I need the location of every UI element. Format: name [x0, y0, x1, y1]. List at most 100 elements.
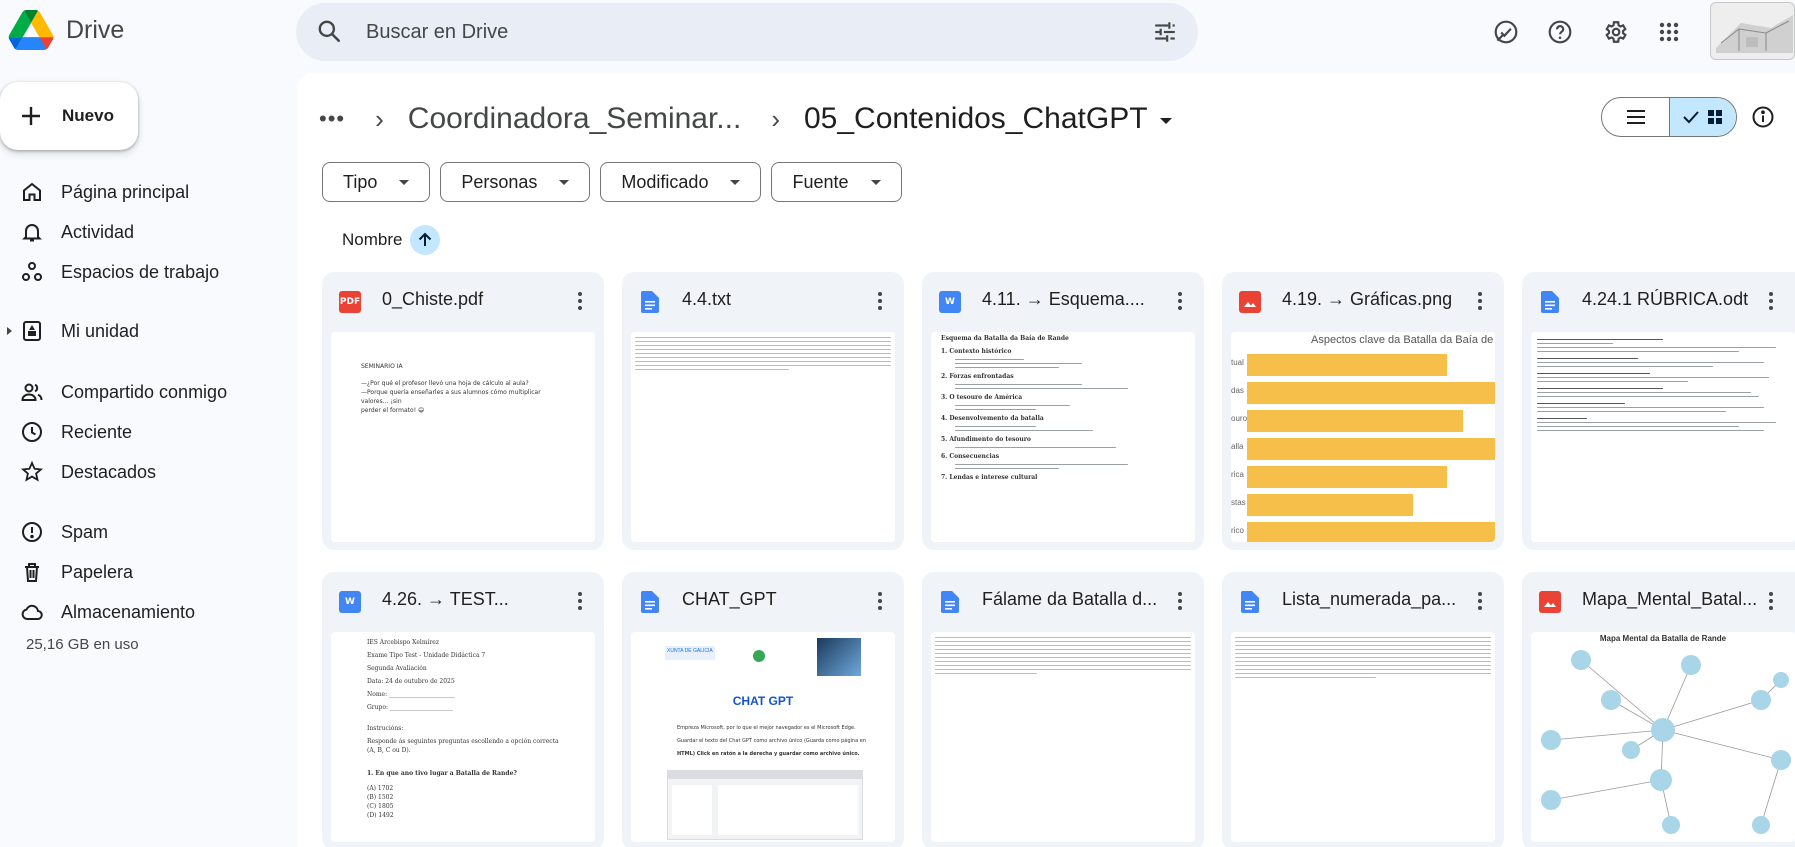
sidebar-item-label: Reciente — [61, 421, 133, 442]
file-card[interactable]: W 4.11. → Esquema.... Esquema da Batalla… — [922, 272, 1204, 550]
search-options-icon[interactable] — [1152, 19, 1178, 50]
sidebar-item-storage[interactable]: Almacenamiento — [0, 594, 290, 630]
sidebar-item-home[interactable]: Página principal — [0, 174, 290, 210]
file-card-header: CHAT_GPT — [622, 572, 904, 630]
arrow-up-icon — [419, 232, 432, 246]
more-options-icon[interactable] — [568, 588, 592, 614]
sidebar-item-spam[interactable]: Spam — [0, 514, 290, 550]
file-name: 4.19. → Gráficas.png — [1282, 289, 1453, 309]
file-card[interactable]: W 4.26. → TEST... IES Arcebispo Xelmírez… — [322, 572, 604, 847]
file-card[interactable]: 4.19. → Gráficas.png Aspectos clave da B… — [1222, 272, 1504, 550]
file-card[interactable]: 4.24.1 RÚBRICA.odt — [1522, 272, 1795, 550]
preview-chart-bar — [1247, 522, 1495, 542]
file-preview: XUNTA DE GALICIA CHAT GPT Empreza Micros… — [631, 632, 895, 842]
expand-caret-icon[interactable] — [7, 327, 12, 335]
offline-ready-icon[interactable] — [1486, 12, 1526, 52]
file-card[interactable]: 4.4.txt — [622, 272, 904, 550]
docs-icon — [639, 591, 661, 613]
preview-line: Nome: ______________________ — [367, 691, 456, 698]
preview-line: (A) 1702 — [367, 785, 394, 792]
more-options-icon[interactable] — [1759, 288, 1783, 314]
sidebar-item-activity[interactable]: Actividad — [0, 214, 290, 250]
preview-chart-bar — [1247, 494, 1413, 516]
more-options-icon[interactable] — [1468, 588, 1492, 614]
preview-chart-label: ouro — [1231, 414, 1248, 423]
my-drive-icon — [20, 319, 44, 343]
brain-image — [817, 638, 861, 676]
file-name: Mapa_Mental_Batal... — [1582, 589, 1758, 609]
file-card[interactable]: Mapa_Mental_Batal... Mapa Mental da Bata… — [1522, 572, 1795, 847]
file-preview: Aspectos clave da Batalla da Baía de tua… — [1231, 332, 1495, 542]
search-icon[interactable] — [316, 18, 342, 49]
sidebar-item-label: Espacios de trabajo — [61, 261, 220, 282]
spam-icon — [20, 520, 44, 544]
caret-down-icon — [730, 179, 741, 185]
preview-line: 1. En que ano tivo lugar a Batalla de Ra… — [367, 770, 517, 777]
file-name: 4.26. → TEST... — [382, 589, 509, 609]
filter-people[interactable]: Personas — [440, 162, 591, 202]
sidebar-item-label: Destacados — [61, 461, 157, 482]
breadcrumb-parent[interactable]: Coordinadora_Seminar... — [408, 102, 742, 136]
preview-section: 3. O tesouro de América — [941, 394, 1023, 401]
breadcrumb-current[interactable]: 05_Contenidos_ChatGPT — [804, 102, 1148, 136]
drive-logo[interactable]: Drive — [8, 10, 124, 50]
filter-type[interactable]: Tipo — [322, 162, 431, 202]
sidebar-item-workspaces[interactable]: Espacios de trabajo — [0, 254, 290, 290]
preview-chart-label: stas — [1231, 498, 1246, 507]
docs-icon — [639, 291, 661, 313]
more-options-icon[interactable] — [868, 288, 892, 314]
grid-icon — [1708, 110, 1722, 124]
view-toggle — [1601, 97, 1737, 137]
file-card[interactable]: Lista_numerada_pa... — [1222, 572, 1504, 847]
sidebar-item-shared[interactable]: Compartido conmigo — [0, 374, 290, 410]
more-options-icon[interactable] — [868, 588, 892, 614]
file-card-header: 4.24.1 RÚBRICA.odt — [1522, 272, 1795, 330]
account-avatar[interactable] — [1710, 2, 1795, 60]
preview-chart-bar — [1247, 382, 1495, 404]
star-icon — [20, 460, 44, 484]
sort-label[interactable]: Nombre — [342, 230, 402, 250]
file-card[interactable]: CHAT_GPT XUNTA DE GALICIA CHAT GPT Empre… — [622, 572, 904, 847]
sidebar-item-my-drive[interactable]: Mi unidad — [0, 313, 290, 349]
breadcrumb-more[interactable]: ••• — [319, 106, 345, 132]
more-options-icon[interactable] — [1168, 588, 1192, 614]
docs-icon — [1539, 291, 1561, 313]
word-icon: W — [939, 291, 961, 313]
image-icon — [1539, 591, 1561, 613]
top-bar: Drive — [0, 0, 1795, 64]
settings-gear-icon[interactable] — [1595, 12, 1635, 52]
file-card[interactable]: Fálame da Batalla d... — [922, 572, 1204, 847]
preview-chart-bar — [1247, 410, 1463, 432]
sidebar-item-starred[interactable]: Destacados — [0, 454, 290, 490]
search-input[interactable] — [366, 3, 1106, 61]
file-card[interactable]: PDF 0_Chiste.pdf SEMINARIO IA —¿Por qué … — [322, 272, 604, 550]
workspaces-icon — [20, 260, 44, 284]
caret-down-icon[interactable] — [1159, 118, 1172, 124]
grid-view-button[interactable] — [1669, 98, 1736, 136]
more-options-icon[interactable] — [1468, 288, 1492, 314]
help-icon[interactable] — [1540, 12, 1580, 52]
preview-line: Exame Tipo Test - Unidade Didáctica 7 — [367, 652, 486, 659]
search-bar[interactable] — [296, 3, 1198, 61]
file-name: 0_Chiste.pdf — [382, 289, 484, 309]
new-button[interactable]: Nuevo — [0, 82, 138, 150]
preview-line: Guardar el texto del Chat GPT como archi… — [677, 738, 866, 744]
clock-icon — [20, 420, 44, 444]
filter-modified[interactable]: Modificado — [600, 162, 762, 202]
apps-grid-icon[interactable] — [1649, 12, 1689, 52]
file-preview: IES Arcebispo Xelmírez Exame Tipo Test -… — [331, 632, 595, 842]
screenshot-image — [667, 770, 863, 840]
more-options-icon[interactable] — [1759, 588, 1783, 614]
more-options-icon[interactable] — [1168, 288, 1192, 314]
filter-label: Tipo — [343, 171, 378, 192]
preview-chart-label: tual — [1231, 358, 1244, 367]
sidebar-item-trash[interactable]: Papelera — [0, 554, 290, 590]
info-icon[interactable] — [1747, 101, 1779, 133]
filter-source[interactable]: Fuente — [771, 162, 902, 202]
preview-chart-bar — [1247, 354, 1447, 376]
sort-direction-button[interactable] — [410, 225, 441, 255]
sidebar-item-label: Spam — [61, 521, 109, 542]
sidebar-item-recent[interactable]: Reciente — [0, 414, 290, 450]
more-options-icon[interactable] — [568, 288, 592, 314]
list-view-button[interactable] — [1602, 98, 1669, 136]
